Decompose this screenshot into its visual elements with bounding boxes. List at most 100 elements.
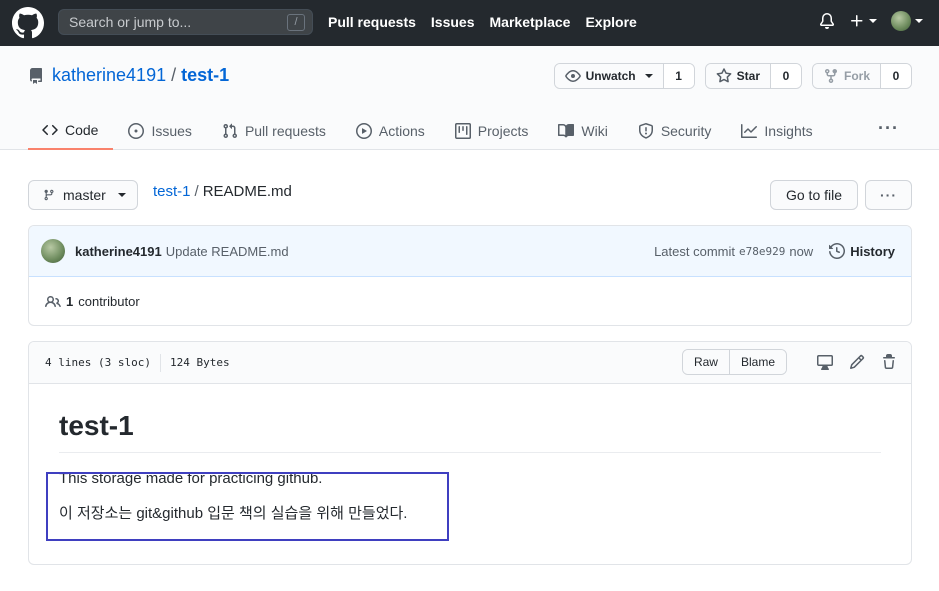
chevron-down-icon <box>915 19 923 23</box>
readme-title: test-1 <box>59 410 881 453</box>
fork-count[interactable]: 0 <box>881 64 911 88</box>
unwatch-button[interactable]: Unwatch <box>554 64 664 88</box>
avatar[interactable] <box>41 239 65 263</box>
search-placeholder: Search or jump to... <box>69 14 192 30</box>
go-to-file-button[interactable]: Go to file <box>770 180 858 210</box>
history-button[interactable]: History <box>829 243 895 259</box>
create-new-button[interactable] <box>849 13 877 29</box>
fork-button[interactable]: Fork <box>812 64 881 88</box>
tab-issues[interactable]: Issues <box>113 112 206 150</box>
raw-button[interactable]: Raw <box>682 350 730 374</box>
desktop-icon <box>817 355 833 370</box>
repo-header: katherine4191 / test-1 Unwatch 1 Star 0 … <box>0 46 939 150</box>
breadcrumb-separator: / <box>194 183 199 200</box>
star-icon <box>716 68 732 83</box>
tab-label: Security <box>660 123 712 139</box>
tab-label: Insights <box>764 123 813 139</box>
tab-wiki[interactable]: Wiki <box>543 112 622 150</box>
watch-button-group: Unwatch 1 <box>553 63 695 89</box>
commit-time: now <box>789 243 814 259</box>
plus-icon <box>851 15 863 27</box>
play-icon <box>355 123 372 139</box>
blame-button[interactable]: Blame <box>729 350 786 374</box>
latest-commit-label: Latest commit <box>654 243 735 259</box>
raw-blame-group: Raw Blame <box>681 349 787 375</box>
branch-icon <box>44 189 54 201</box>
github-logo-icon[interactable] <box>12 7 44 39</box>
tab-label: Wiki <box>581 123 608 139</box>
tab-insights[interactable]: Insights <box>726 112 827 150</box>
commit-author-link[interactable]: katherine4191 <box>75 244 162 259</box>
star-button-group: Star 0 <box>704 63 802 89</box>
graph-icon <box>741 124 758 138</box>
star-button[interactable]: Star <box>705 64 771 88</box>
project-icon <box>454 123 471 139</box>
repo-nav-more-button[interactable]: ··· <box>878 118 899 139</box>
tab-label: Projects <box>477 123 529 139</box>
commit-message-link[interactable]: Update README.md <box>166 244 289 259</box>
file-more-button[interactable]: ··· <box>865 180 912 210</box>
chevron-down-icon <box>869 19 877 23</box>
nav-marketplace[interactable]: Marketplace <box>490 14 571 30</box>
nav-explore[interactable]: Explore <box>585 14 636 30</box>
fork-label: Fork <box>843 69 870 83</box>
commit-box: katherine4191 Update README.md Latest co… <box>28 225 912 326</box>
code-icon <box>42 124 58 136</box>
avatar <box>891 11 911 31</box>
readme-content: test-1 This storage made for practicing … <box>29 384 911 524</box>
repo-nav: Code Issues Pull requests Actions Projec… <box>28 112 828 150</box>
global-nav: Pull requests Issues Marketplace Explore <box>328 14 637 30</box>
fork-icon <box>824 69 837 84</box>
chevron-down-icon <box>117 193 126 197</box>
fork-button-group: Fork 0 <box>811 63 912 89</box>
breadcrumb-repo-link[interactable]: test-1 <box>153 183 191 200</box>
tab-pull-requests[interactable]: Pull requests <box>207 112 341 150</box>
tab-projects[interactable]: Projects <box>440 112 544 150</box>
breadcrumb-file: README.md <box>202 183 292 200</box>
chevron-down-icon <box>644 74 653 78</box>
commit-sha-link[interactable]: e78e929 <box>739 245 785 258</box>
shield-icon <box>638 123 653 139</box>
search-shortcut-hint: / <box>287 14 305 31</box>
bell-icon[interactable] <box>819 13 835 29</box>
eye-icon <box>564 70 581 82</box>
contributors-count: 1 <box>66 294 74 309</box>
file-viewer: 4 lines (3 sloc) 124 Bytes Raw Blame tes… <box>28 341 912 565</box>
star-count[interactable]: 0 <box>770 64 801 88</box>
repo-actions: Unwatch 1 Star 0 Fork 0 <box>553 63 912 89</box>
tab-label: Pull requests <box>244 123 326 139</box>
history-label: History <box>850 243 895 259</box>
branch-name: master <box>63 187 106 203</box>
latest-commit-row: katherine4191 Update README.md Latest co… <box>29 226 911 277</box>
watch-count[interactable]: 1 <box>663 64 694 88</box>
book-icon <box>558 123 575 138</box>
tab-actions[interactable]: Actions <box>341 112 440 150</box>
pencil-icon <box>849 354 865 370</box>
tab-label: Actions <box>378 123 425 139</box>
repo-icon <box>29 67 42 84</box>
tab-code[interactable]: Code <box>28 112 114 150</box>
commit-meta: Latest commit e78e929 now History <box>654 243 895 259</box>
file-line-count: 4 lines (3 sloc) <box>45 356 151 369</box>
file-actions: Raw Blame <box>681 349 897 375</box>
nav-pull-requests[interactable]: Pull requests <box>328 14 416 30</box>
search-input[interactable]: Search or jump to... / <box>58 9 313 35</box>
contributors-row[interactable]: 1 contributor <box>29 277 911 325</box>
global-header: Search or jump to... / Pull requests Iss… <box>0 0 939 46</box>
open-desktop-button[interactable] <box>817 354 833 370</box>
divider <box>159 353 161 372</box>
repo-name-link[interactable]: test-1 <box>181 65 229 86</box>
pull-request-icon <box>223 123 237 139</box>
unwatch-label: Unwatch <box>585 69 636 83</box>
star-label: Star <box>736 69 760 83</box>
tab-security[interactable]: Security <box>623 112 727 150</box>
nav-issues[interactable]: Issues <box>431 14 475 30</box>
repo-owner-link[interactable]: katherine4191 <box>52 65 166 86</box>
delete-file-button[interactable] <box>881 354 897 370</box>
edit-file-button[interactable] <box>849 354 865 370</box>
repo-title-separator: / <box>171 65 177 85</box>
branch-select-button[interactable]: master <box>28 180 138 210</box>
user-menu-button[interactable] <box>891 11 923 31</box>
tab-label: Code <box>65 122 99 138</box>
header-user-actions <box>819 11 923 31</box>
